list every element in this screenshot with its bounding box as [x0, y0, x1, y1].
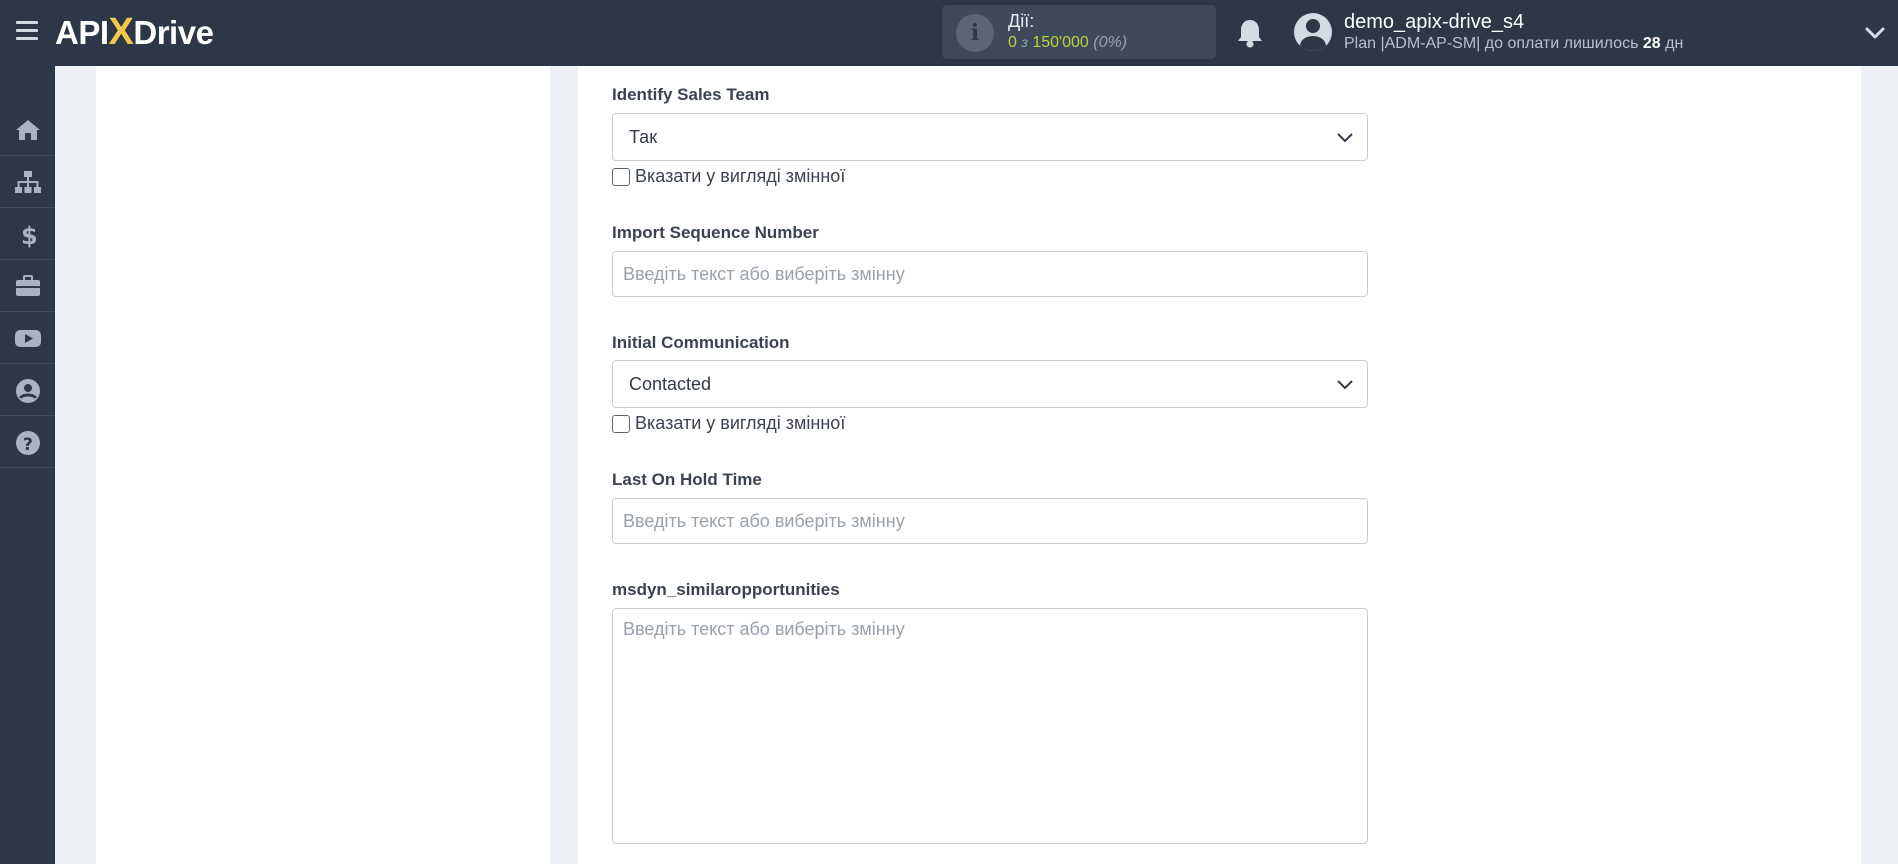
username[interactable]: demo_apix-drive_s4: [1344, 11, 1524, 34]
sidebar-item-account[interactable]: [0, 364, 55, 416]
sidebar-item-home[interactable]: [0, 104, 55, 156]
actions-count: 0 з 150'000 (0%): [1008, 34, 1128, 51]
sidebar-item-billing[interactable]: $: [0, 208, 55, 260]
initial-communication-select[interactable]: Contacted: [612, 360, 1368, 408]
chevron-down-icon: [1337, 380, 1353, 390]
avatar[interactable]: [1294, 13, 1332, 51]
initial-communication-label: Initial Communication: [612, 333, 790, 352]
similar-opportunities-label: msdyn_similaropportunities: [612, 580, 840, 599]
import-sequence-number-input[interactable]: [612, 251, 1368, 297]
top-bar: APIXDrive i Дії: 0 з 150'000 (0%) demo_a…: [0, 0, 1898, 66]
identify-sales-team-select[interactable]: Так: [612, 113, 1368, 161]
home-icon: [16, 120, 40, 140]
actions-title: Дії:: [1008, 11, 1035, 31]
menu-icon[interactable]: [16, 21, 38, 41]
logo[interactable]: APIXDrive: [55, 12, 214, 53]
actions-counter[interactable]: i Дії: 0 з 150'000 (0%): [942, 5, 1216, 59]
checkbox[interactable]: [612, 168, 630, 186]
checkbox[interactable]: [612, 415, 630, 433]
help-icon: ?: [16, 431, 40, 455]
user-circle-icon: [16, 379, 40, 403]
svg-text:$: $: [21, 222, 38, 248]
sidebar-item-video[interactable]: [0, 312, 55, 364]
chevron-down-icon: [1337, 133, 1353, 143]
briefcase-icon: [16, 275, 40, 296]
sitemap-icon: [15, 171, 41, 193]
sidebar: $ ?: [0, 66, 55, 864]
sidebar-item-help[interactable]: ?: [0, 416, 55, 468]
bell-icon[interactable]: [1233, 16, 1267, 50]
plan-info: Plan |ADM-AP-SM| до оплати лишилось 28 д…: [1344, 35, 1684, 52]
left-panel: [96, 66, 550, 864]
import-sequence-number-label: Import Sequence Number: [612, 223, 819, 242]
sidebar-item-connections[interactable]: [0, 156, 55, 208]
similar-opportunities-textarea[interactable]: [612, 608, 1368, 844]
last-on-hold-time-input[interactable]: [612, 498, 1368, 544]
dollar-icon: $: [21, 222, 38, 248]
last-on-hold-time-label: Last On Hold Time: [612, 470, 762, 489]
identify-sales-team-label: Identify Sales Team: [612, 85, 770, 104]
svg-text:?: ?: [23, 435, 33, 455]
youtube-icon: [15, 330, 41, 347]
info-icon: i: [956, 14, 994, 52]
chevron-down-icon[interactable]: [1864, 22, 1886, 44]
sidebar-item-services[interactable]: [0, 260, 55, 312]
